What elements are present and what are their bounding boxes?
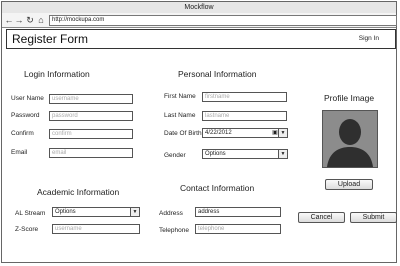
upload-button[interactable]: Upload	[325, 179, 373, 190]
zscore-input[interactable]: username	[52, 224, 140, 234]
al-stream-select[interactable]: Options ▼	[52, 207, 140, 217]
cancel-button[interactable]: Cancel	[298, 212, 345, 223]
dob-value: 4/22/2012	[205, 130, 232, 136]
home-icon[interactable]: ⌂	[36, 14, 46, 26]
submit-button[interactable]: Submit	[350, 212, 397, 223]
password-input[interactable]: password	[49, 111, 133, 121]
username-label: User Name	[11, 95, 44, 102]
password-label: Password	[11, 112, 40, 119]
gender-value: Options	[205, 151, 226, 157]
address-label: Address	[159, 210, 183, 217]
email-label: Email	[11, 149, 28, 156]
profile-image	[322, 110, 378, 168]
email-input[interactable]: email	[49, 148, 133, 158]
dob-picker[interactable]: 4/22/2012 ▣ ▼	[202, 128, 288, 138]
gender-label: Gender	[164, 152, 186, 159]
url-bar[interactable]: http://mockupa.com	[49, 15, 397, 26]
firstname-label: First Name	[164, 93, 196, 100]
browser-window: Mockflow ← → ↻ ⌂ http://mockupa.com Regi…	[1, 1, 397, 263]
lastname-input[interactable]: lastname	[202, 111, 287, 121]
al-stream-label: AL Stream	[15, 210, 46, 217]
dob-label: Date Of Birth	[164, 130, 202, 137]
telephone-input[interactable]: telephone	[195, 224, 281, 234]
login-section-heading: Login Information	[24, 69, 90, 79]
window-title: Mockflow	[184, 4, 214, 11]
confirm-label: Confirm	[11, 130, 34, 137]
zscore-label: Z-Score	[15, 226, 39, 233]
al-stream-value: Options	[55, 209, 76, 215]
personal-section-heading: Personal Information	[178, 69, 257, 79]
reload-icon[interactable]: ↻	[25, 14, 35, 26]
contact-section-heading: Contact Information	[180, 183, 255, 193]
chevron-down-icon[interactable]: ▼	[278, 129, 287, 137]
gender-select[interactable]: Options ▼	[202, 149, 288, 159]
page-header: Register Form Sign In	[6, 29, 396, 49]
chevron-down-icon[interactable]: ▼	[278, 150, 287, 158]
username-input[interactable]: username	[49, 94, 133, 104]
academic-section-heading: Academic Information	[37, 187, 120, 197]
sign-in-link[interactable]: Sign In	[359, 34, 379, 44]
browser-toolbar: ← → ↻ ⌂ http://mockupa.com	[2, 13, 397, 28]
page-title: Register Form	[12, 32, 89, 46]
arrow-right-icon[interactable]: →	[14, 14, 24, 26]
chevron-down-icon[interactable]: ▼	[130, 208, 139, 216]
telephone-label: Telephone	[159, 227, 189, 234]
address-input[interactable]: address	[195, 207, 281, 217]
lastname-label: Last Name	[164, 112, 196, 119]
avatar-icon	[323, 111, 377, 167]
arrow-left-icon[interactable]: ←	[4, 14, 14, 26]
confirm-input[interactable]: confirm	[49, 129, 133, 139]
profile-section-heading: Profile Image	[324, 93, 375, 103]
firstname-input[interactable]: firstname	[202, 92, 287, 102]
